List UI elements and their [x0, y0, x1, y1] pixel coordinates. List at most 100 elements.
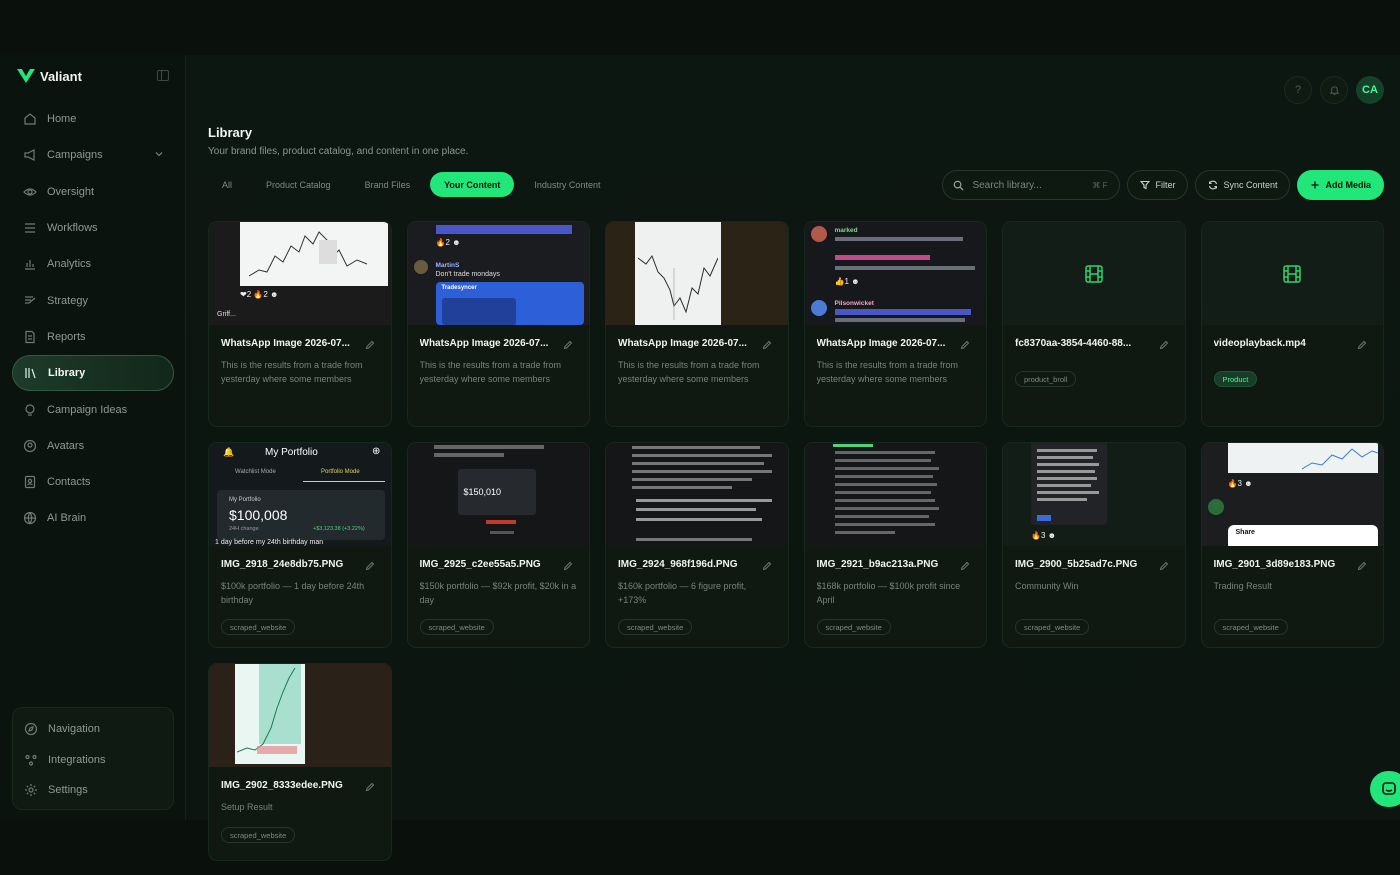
sidebar-item-avatars[interactable]: Avatars: [12, 428, 174, 464]
media-card[interactable]: IMG_2924_968f196d.PNG $160k portfolio — …: [605, 442, 789, 648]
media-card[interactable]: ❤2 🔥2 ☻ Griff... WhatsApp Image 2026-07.…: [208, 221, 392, 427]
sidebar-item-label: Library: [48, 367, 86, 380]
sidebar-item-navigation[interactable]: Navigation: [13, 714, 173, 745]
sidebar-item-campaign-ideas[interactable]: Campaign Ideas: [12, 391, 174, 427]
add-media-button[interactable]: Add Media: [1297, 170, 1384, 200]
card-title: IMG_2921_b9ac213a.PNG: [816, 559, 939, 570]
search-input[interactable]: [972, 179, 1083, 191]
edit-pencil-icon[interactable]: [762, 561, 772, 571]
sidebar-item-home[interactable]: Home: [12, 101, 174, 137]
sidebar-item-contacts[interactable]: Contacts: [12, 464, 174, 500]
edit-pencil-icon[interactable]: [563, 561, 573, 571]
card-description: This is the results from a trade from ye…: [618, 360, 760, 384]
card-title: IMG_2924_968f196d.PNG: [618, 559, 738, 570]
sidebar-item-library[interactable]: Library: [12, 355, 174, 392]
thumb-caption: 1 day before my 24th birthday man: [215, 539, 324, 546]
sidebar-item-strategy[interactable]: Strategy: [12, 282, 174, 318]
gear-icon: [23, 783, 38, 798]
sidebar-item-integrations[interactable]: Integrations: [13, 745, 173, 776]
media-thumbnail[interactable]: 🔥3 ☻ Share: [1201, 443, 1383, 546]
card-tag: scraped_website: [419, 619, 494, 635]
tab-your-content[interactable]: Your Content: [430, 172, 515, 197]
sidebar-item-label: Strategy: [47, 294, 88, 307]
edit-pencil-icon[interactable]: [1357, 340, 1367, 350]
media-card[interactable]: IMG_2921_b9ac213a.PNG $168k portfolio — …: [803, 442, 987, 648]
chat-icon: [1382, 782, 1396, 795]
media-card[interactable]: 🔥3 ☻ Share IMG_2901_3d89e183.PNG Trading…: [1200, 442, 1384, 648]
bar-chart-icon: [22, 257, 37, 272]
notifications-button[interactable]: [1320, 76, 1348, 104]
filter-button[interactable]: Filter: [1127, 170, 1189, 200]
edit-pencil-icon[interactable]: [960, 340, 970, 350]
media-thumbnail[interactable]: ❤2 🔥2 ☻ Griff...: [209, 222, 391, 325]
sync-icon: [1209, 180, 1218, 190]
tab-brand-files[interactable]: Brand Files: [351, 172, 425, 197]
thumb-change: +$3,123.38 (+3.22%): [313, 526, 365, 532]
media-thumbnail[interactable]: [606, 443, 788, 546]
media-thumbnail[interactable]: 🔥2 ☻ MartinS Don't trade mondays Tradesy…: [407, 222, 589, 325]
sidebar-nav: Home Campaigns Oversight Workflows Analy…: [12, 101, 174, 537]
card-tag: product_broll: [1015, 371, 1077, 387]
media-thumbnail[interactable]: 🔥3 ☻: [1003, 443, 1185, 546]
edit-pencil-icon[interactable]: [960, 561, 970, 571]
sidebar-item-label: Campaigns: [47, 149, 103, 162]
page-title: Library: [208, 125, 253, 140]
edit-pencil-icon[interactable]: [365, 340, 375, 350]
media-thumbnail[interactable]: 🔔 My Portfolio ⊕ Watchlist Mode Portfoli…: [209, 443, 391, 546]
edit-pencil-icon[interactable]: [1357, 561, 1367, 571]
sidebar-item-label: Home: [47, 113, 77, 126]
media-card[interactable]: 🔥3 ☻ IMG_2900_5b25ad7c.PNG Community Win…: [1002, 442, 1186, 648]
edit-pencil-icon[interactable]: [762, 340, 772, 350]
sidebar-item-ai-brain[interactable]: AI Brain: [12, 500, 174, 536]
card-description: This is the results from a trade from ye…: [221, 360, 363, 384]
edit-pencil-icon[interactable]: [1159, 561, 1169, 571]
sidebar-item-reports[interactable]: Reports: [12, 319, 174, 355]
valiant-logo-icon: [17, 69, 35, 83]
media-thumbnail[interactable]: [804, 443, 986, 546]
card-title: WhatsApp Image 2026-07...: [221, 338, 350, 349]
card-description: $168k portfolio — $100k profit since Apr…: [816, 581, 961, 605]
media-card[interactable]: marked 👍1 ☻ Pilsonwicket WhatsApp Image …: [803, 221, 987, 427]
edit-pencil-icon[interactable]: [365, 561, 375, 571]
media-thumbnail[interactable]: [209, 664, 391, 767]
app-window: Valiant Home Campaigns Oversight Workflo…: [0, 55, 1400, 861]
library-icon: [23, 366, 38, 381]
tab-all[interactable]: All: [208, 172, 246, 197]
thumb-watchlist: Watchlist Mode: [235, 469, 276, 475]
sidebar-item-settings[interactable]: Settings: [13, 775, 173, 806]
sidebar-item-analytics[interactable]: Analytics: [12, 246, 174, 282]
brand-logo[interactable]: Valiant: [16, 67, 82, 85]
media-card[interactable]: fc8370aa-3854-4460-88... product_broll: [1002, 221, 1186, 427]
media-thumbnail[interactable]: $150,010: [407, 443, 589, 546]
tab-product-catalog[interactable]: Product Catalog: [252, 172, 345, 197]
chat-support-button[interactable]: [1370, 771, 1400, 807]
edit-pencil-icon[interactable]: [563, 340, 573, 350]
media-card[interactable]: videoplayback.mp4 Product: [1200, 221, 1384, 427]
media-thumbnail[interactable]: [1201, 222, 1383, 325]
sync-content-button[interactable]: Sync Content: [1195, 170, 1291, 200]
edit-pencil-icon[interactable]: [1159, 340, 1169, 350]
media-card[interactable]: $150,010 IMG_2925_c2ee55a5.PNG $150k por…: [406, 442, 590, 648]
sidebar-item-campaigns[interactable]: Campaigns: [12, 137, 174, 173]
media-thumbnail[interactable]: [606, 222, 788, 325]
sidebar-collapse-icon[interactable]: [157, 70, 169, 81]
help-button[interactable]: ?: [1284, 76, 1312, 104]
chevron-down-icon[interactable]: [154, 149, 164, 159]
media-thumbnail[interactable]: marked 👍1 ☻ Pilsonwicket: [804, 222, 986, 325]
media-thumbnail[interactable]: [1003, 222, 1185, 325]
card-tag: scraped_website: [816, 619, 891, 635]
user-avatar[interactable]: CA: [1356, 76, 1384, 104]
tab-industry-content[interactable]: Industry Content: [520, 172, 614, 197]
media-card[interactable]: IMG_2902_8333edee.PNG Setup Result scrap…: [208, 663, 392, 861]
card-tag: scraped_website: [221, 827, 296, 843]
media-card[interactable]: 🔥2 ☻ MartinS Don't trade mondays Tradesy…: [406, 221, 590, 427]
help-icon: ?: [1294, 84, 1302, 96]
card-description: $100k portfolio — 1 day before 24th birt…: [221, 581, 365, 605]
media-card[interactable]: WhatsApp Image 2026-07... This is the re…: [605, 221, 789, 427]
video-file-icon: [1283, 264, 1301, 283]
header-actions: ? CA: [1284, 76, 1384, 104]
sidebar-item-oversight[interactable]: Oversight: [12, 174, 174, 210]
media-card[interactable]: 🔔 My Portfolio ⊕ Watchlist Mode Portfoli…: [208, 442, 392, 648]
edit-pencil-icon[interactable]: [365, 782, 375, 792]
sidebar-item-workflows[interactable]: Workflows: [12, 210, 174, 246]
